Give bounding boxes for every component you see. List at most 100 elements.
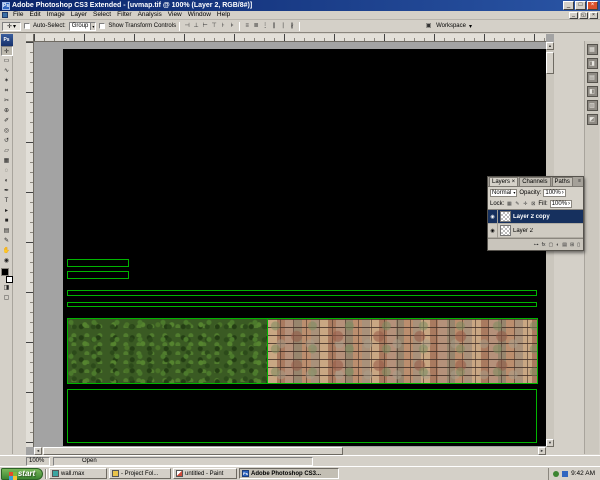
close-button[interactable]: × [587, 1, 598, 10]
healing-brush-tool-button[interactable]: ⊕ [1, 106, 13, 116]
menu-window[interactable]: Window [185, 11, 214, 19]
blend-mode-dropdown[interactable]: Normal ▾ [490, 188, 518, 197]
mdi-minimize-button[interactable]: _ [569, 11, 578, 19]
fill-value[interactable]: 100% › [549, 199, 573, 208]
taskbar-button-photoshop[interactable]: Ps Adobe Photoshop CS3... [239, 468, 339, 479]
delete-layer-icon[interactable]: ▯ [577, 240, 580, 250]
menu-select[interactable]: Select [90, 11, 114, 19]
eraser-tool-button[interactable]: ▱ [1, 146, 13, 156]
align-h-center-icon[interactable]: ⊥ [192, 22, 200, 30]
distribute-bottom-icon[interactable]: ⋮ [261, 22, 269, 30]
dock-panel-icon[interactable]: ◧ [586, 86, 598, 97]
menu-filter[interactable]: Filter [114, 11, 134, 19]
brush-tool-button[interactable]: ✐ [1, 116, 13, 126]
distribute-v-center-icon[interactable]: ≣ [252, 22, 260, 30]
hand-tool-button[interactable]: ✋ [1, 246, 13, 256]
chevron-down-icon[interactable]: ▾ [469, 23, 472, 30]
shape-tool-button[interactable]: ■ [1, 216, 13, 226]
foreground-color-swatch[interactable] [0, 268, 9, 276]
menu-edit[interactable]: Edit [26, 11, 43, 19]
history-brush-tool-button[interactable]: ↺ [1, 136, 13, 146]
gradient-tool-button[interactable]: ▦ [1, 156, 13, 166]
type-tool-button[interactable]: T [1, 196, 13, 206]
minimize-button[interactable]: _ [563, 1, 574, 10]
horizontal-scrollbar-thumb[interactable] [43, 447, 343, 455]
link-layers-icon[interactable]: ⊶ [534, 240, 539, 250]
align-right-icon[interactable]: ⊢ [201, 22, 209, 30]
zoom-level[interactable]: 100% [26, 456, 50, 466]
layer-name[interactable]: Layer 2 copy [513, 214, 550, 220]
notes-tool-button[interactable]: ▤ [1, 226, 13, 236]
adjustment-layer-icon[interactable]: ◐ [556, 240, 559, 250]
menu-file[interactable]: File [10, 11, 26, 19]
layer-style-icon[interactable]: fx [542, 240, 546, 250]
layer-thumbnail[interactable] [500, 211, 511, 222]
taskbar-button-project-folder[interactable]: - Project Fol... [109, 468, 171, 479]
layer-name[interactable]: Layer 2 [513, 228, 533, 234]
slice-tool-button[interactable]: ✂ [1, 96, 13, 106]
move-tool-button[interactable]: ✛ [0, 46, 13, 56]
scroll-up-arrow-icon[interactable]: ▲ [546, 42, 554, 50]
eyedropper-tool-button[interactable]: ✎ [1, 236, 13, 246]
mdi-close-button[interactable]: × [589, 11, 598, 19]
lock-transparent-icon[interactable]: ▦ [506, 201, 512, 207]
mdi-restore-button[interactable]: ◱ [579, 11, 588, 19]
taskbar-button-paint[interactable]: untitled - Paint [173, 468, 237, 479]
menu-help[interactable]: Help [214, 11, 233, 19]
path-selection-tool-button[interactable]: ▸ [1, 206, 13, 216]
panel-menu-icon[interactable]: ≡ [577, 177, 582, 186]
lasso-tool-button[interactable]: ∿ [1, 66, 13, 76]
auto-select-checkbox[interactable] [24, 23, 30, 29]
layer-row[interactable]: ◉ Layer 2 copy [488, 209, 583, 224]
scroll-right-arrow-icon[interactable]: ► [538, 447, 546, 455]
align-left-icon[interactable]: ⊣ [183, 22, 191, 30]
auto-select-dropdown[interactable]: Group ▾ [68, 21, 97, 31]
crop-tool-button[interactable]: ⌗ [1, 86, 13, 96]
layer-row[interactable]: ◉ Layer 2 [488, 223, 583, 238]
quick-mask-button[interactable]: ◨ [1, 283, 13, 293]
quick-selection-tool-button[interactable]: ✶ [1, 76, 13, 86]
pen-tool-button[interactable]: ✒ [1, 186, 13, 196]
menu-analysis[interactable]: Analysis [135, 11, 165, 19]
layer-thumbnail[interactable] [500, 225, 511, 236]
dock-panel-icon[interactable]: ▥ [586, 100, 598, 111]
lock-position-icon[interactable]: ✛ [522, 201, 528, 207]
scroll-left-arrow-icon[interactable]: ◄ [34, 447, 42, 455]
distribute-right-icon[interactable]: ∦ [288, 22, 296, 30]
tab-channels[interactable]: Channels [519, 177, 551, 186]
tab-layers[interactable]: Layers × [489, 177, 519, 186]
maximize-button[interactable]: □ [575, 1, 586, 10]
new-layer-icon[interactable]: ⊞ [570, 240, 574, 250]
lock-all-icon[interactable]: ⊠ [530, 201, 536, 207]
visibility-eye-icon[interactable]: ◉ [488, 223, 498, 238]
start-button[interactable]: start [1, 467, 43, 480]
visibility-eye-icon[interactable]: ◉ [488, 209, 498, 224]
vertical-scrollbar-thumb[interactable] [546, 52, 554, 74]
document-canvas[interactable] [63, 49, 546, 446]
layer-mask-icon[interactable]: ▢ [549, 240, 554, 250]
show-transform-checkbox[interactable] [99, 23, 106, 29]
menu-layer[interactable]: Layer [68, 11, 90, 19]
scroll-down-arrow-icon[interactable]: ▼ [546, 439, 554, 447]
align-v-center-icon[interactable]: ⊦ [219, 22, 227, 30]
menu-image[interactable]: Image [44, 11, 68, 19]
align-top-icon[interactable]: ⊤ [210, 22, 218, 30]
horizontal-scrollbar[interactable]: ◄ ► [34, 447, 546, 455]
workspace-label[interactable]: Workspace [436, 23, 466, 29]
zoom-tool-button[interactable]: ◉ [1, 256, 13, 266]
distribute-left-icon[interactable]: ∥ [270, 22, 278, 30]
dock-panel-icon[interactable]: ◩ [586, 114, 598, 125]
dodge-tool-button[interactable]: ◐ [1, 176, 13, 186]
palette-well-icon[interactable]: ▣ [424, 22, 433, 30]
taskbar-button-wall-max[interactable]: wall.max [49, 468, 107, 479]
clone-stamp-tool-button[interactable]: ◎ [1, 126, 13, 136]
tray-icon[interactable] [553, 470, 560, 477]
dock-panel-icon[interactable]: ◨ [586, 58, 598, 69]
lock-pixels-icon[interactable]: ✎ [514, 201, 520, 207]
marquee-tool-button[interactable]: ▭ [1, 56, 13, 66]
tab-paths[interactable]: Paths [551, 177, 573, 186]
distribute-top-icon[interactable]: ≡ [243, 22, 251, 30]
tool-preset-picker[interactable]: ✛ ▾ [2, 21, 21, 31]
dock-panel-icon[interactable]: ▦ [586, 44, 598, 55]
opacity-value[interactable]: 100% › [543, 188, 566, 197]
